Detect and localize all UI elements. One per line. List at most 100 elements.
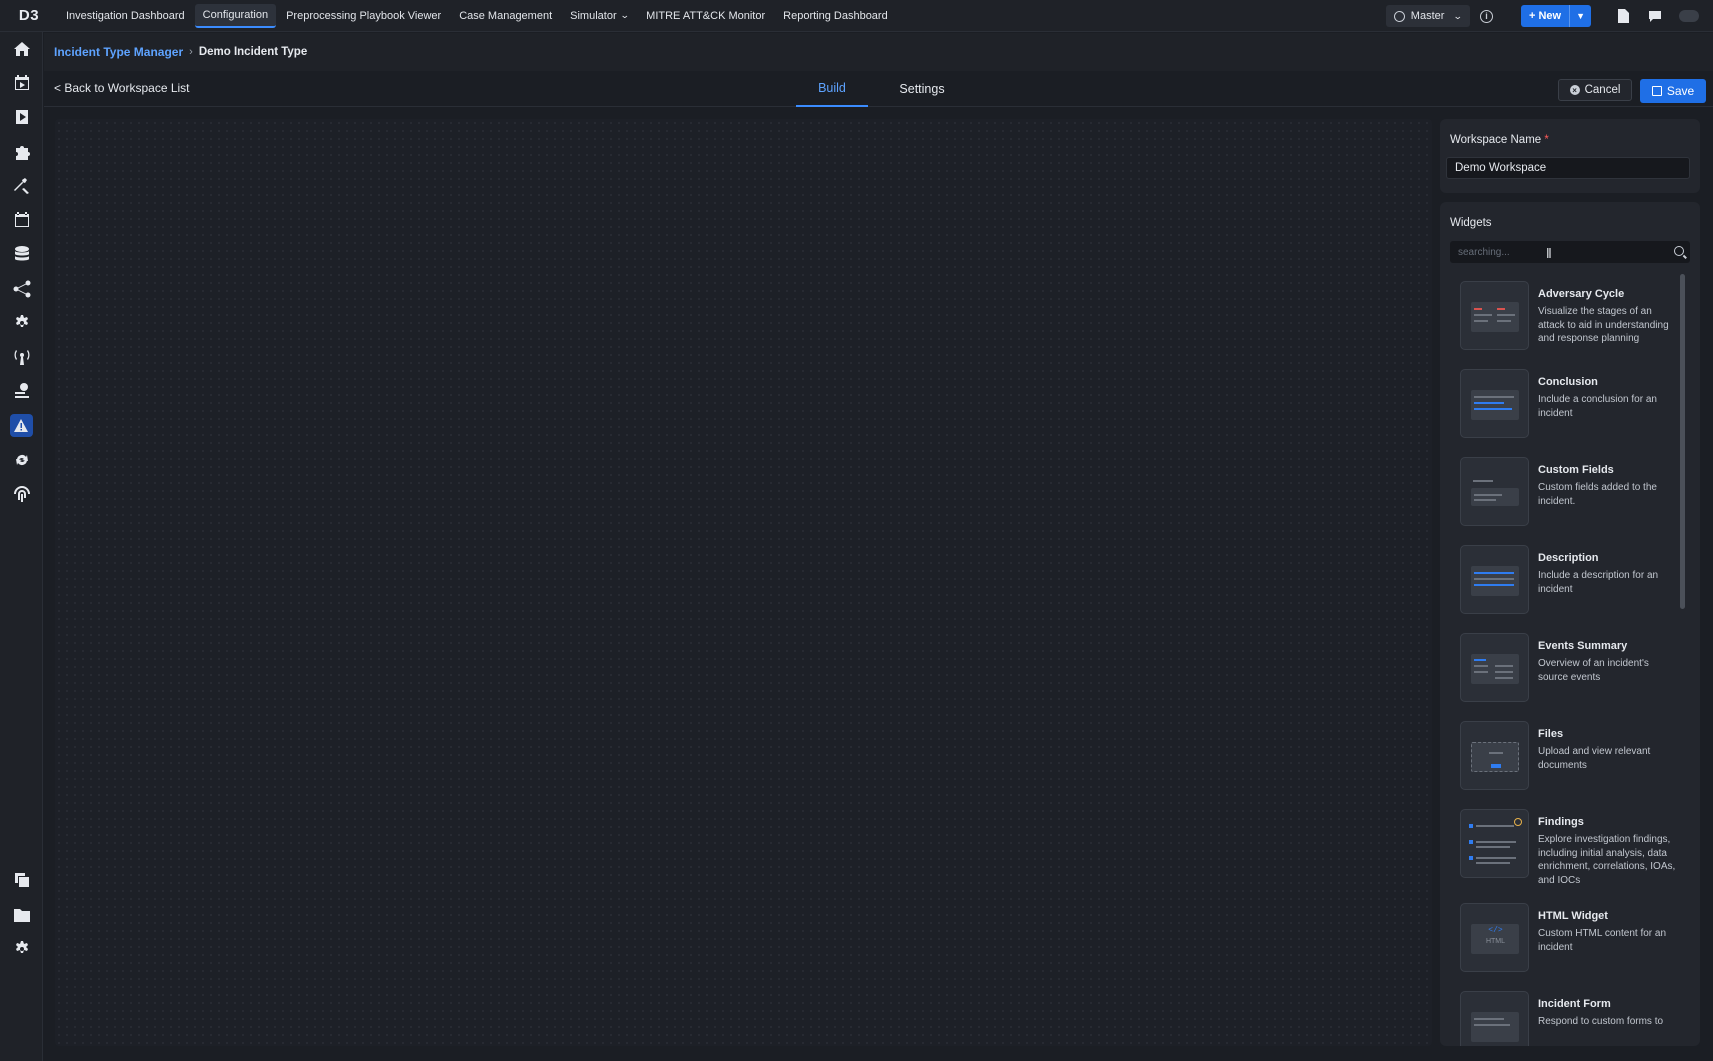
gear-cog-icon[interactable] (10, 311, 33, 334)
breadcrumb-incident-type-manager[interactable]: Incident Type Manager (54, 45, 183, 59)
globe-icon (1393, 10, 1405, 22)
thumbnail-line (1469, 840, 1473, 844)
chat-icon[interactable] (1647, 8, 1663, 24)
widget-name: Files (1538, 728, 1564, 740)
antenna-icon[interactable] (10, 345, 33, 368)
widget-name: Custom Fields (1538, 464, 1614, 476)
thumbnail-line (1497, 314, 1515, 316)
chevron-down-icon: ⌄ (619, 10, 630, 20)
widget-description: Custom HTML content for an incident (1538, 928, 1667, 953)
back-to-workspace-list-link[interactable]: < Back to Workspace List (54, 81, 190, 95)
nav-case-management[interactable]: Case Management (451, 4, 560, 28)
calendar-play-icon[interactable] (10, 71, 33, 94)
thumbnail-line (1474, 494, 1502, 496)
nav-label: MITRE ATT&CK Monitor (646, 9, 766, 22)
thumbnail-line (1495, 671, 1513, 673)
nav-label: Case Management (459, 9, 553, 22)
incident-type-icon[interactable] (10, 414, 33, 437)
thumbnail-line (1495, 677, 1513, 679)
nav-label: Reporting Dashboard (783, 9, 888, 22)
info-icon[interactable]: i (1479, 9, 1493, 23)
cancel-button[interactable]: × Cancel (1558, 79, 1632, 101)
widget-search-input[interactable] (1450, 241, 1660, 263)
nav-configuration[interactable]: Configuration (194, 3, 277, 28)
document-icon[interactable] (1615, 8, 1631, 24)
new-button-label: + New (1521, 5, 1571, 27)
settings-icon[interactable] (10, 937, 33, 960)
thumbnail-frame (1471, 488, 1519, 506)
thumbnail-line (1474, 402, 1504, 404)
thumbnail-line (1497, 320, 1511, 322)
chevron-down-icon[interactable]: ▼ (1570, 11, 1591, 21)
puzzle-icon[interactable] (10, 140, 33, 163)
top-nav: D3 Investigation Dashboard Configuration… (0, 0, 1713, 32)
home-icon[interactable] (10, 37, 33, 60)
widgets-scrollbar[interactable] (1680, 274, 1685, 609)
required-mark: * (1544, 134, 1549, 146)
thumbnail-line (1474, 308, 1482, 310)
fingerprint-icon[interactable] (10, 482, 33, 505)
playbook-icon[interactable] (10, 105, 33, 128)
search-icon[interactable] (1674, 246, 1684, 256)
tab-label: Build (818, 81, 846, 95)
widget-description: Include a conclusion for an incident (1538, 394, 1657, 419)
text-cursor-icon: ‖ (1546, 245, 1552, 261)
thumbnail-line (1474, 659, 1486, 661)
thumbnail-line (1474, 320, 1488, 322)
calendar-icon[interactable] (10, 208, 33, 231)
workspace-name-input[interactable]: Demo Workspace (1446, 157, 1690, 179)
workspace-name-label: Workspace Name * (1450, 134, 1549, 146)
integration-icon[interactable] (10, 448, 33, 471)
findings-thumbnail (1460, 809, 1529, 878)
widgets-panel: Widgets Adversary Cycle Visualize the st… (1440, 202, 1700, 1046)
widget-description: Explore investigation findings, includin… (1538, 834, 1676, 886)
description-thumbnail (1460, 545, 1529, 614)
nav-label: Preprocessing Playbook Viewer (286, 9, 442, 22)
widget-name: HTML Widget (1538, 910, 1608, 922)
html-label-icon: HTML (1485, 938, 1506, 945)
folder-user-icon[interactable] (10, 903, 33, 926)
nav-reporting-dashboard[interactable]: Reporting Dashboard (775, 4, 896, 28)
copy-icon[interactable] (10, 868, 33, 891)
d3-logo[interactable]: D3 (0, 0, 58, 32)
environment-selector[interactable]: Master ⌄ (1385, 5, 1470, 27)
thumbnail-line (1474, 314, 1492, 316)
thumbnail-line (1473, 480, 1493, 482)
thumbnail-line (1474, 572, 1514, 574)
breadcrumb-current: Demo Incident Type (198, 46, 308, 58)
new-button[interactable]: + New ▼ (1520, 5, 1591, 27)
thumbnail-line (1469, 824, 1473, 828)
threat-intel-icon[interactable] (10, 379, 33, 402)
share-nodes-icon[interactable] (10, 277, 33, 300)
thumbnail-line (1474, 584, 1514, 586)
tab-settings[interactable]: Settings (886, 71, 958, 107)
cancel-label: Cancel (1584, 84, 1621, 96)
thumbnail-line (1474, 408, 1512, 410)
nav-preprocessing-playbook-viewer[interactable]: Preprocessing Playbook Viewer (278, 4, 449, 28)
tools-icon[interactable] (10, 174, 33, 197)
widget-description: Include a description for an incident (1538, 570, 1659, 595)
nav-label: Configuration (202, 8, 269, 21)
environment-label: Master (1410, 10, 1445, 22)
nav-simulator[interactable]: Simulator ⌄ (562, 4, 636, 28)
thumbnail-line (1474, 396, 1514, 398)
nav-investigation-dashboard[interactable]: Investigation Dashboard (58, 4, 193, 28)
thumbnail-line (1476, 857, 1516, 859)
save-button[interactable]: Save (1640, 79, 1706, 103)
nav-mitre-attack-monitor[interactable]: MITRE ATT&CK Monitor (638, 4, 773, 28)
thumbnail-frame (1471, 302, 1519, 332)
workspace-canvas[interactable] (55, 119, 1432, 1046)
database-icon[interactable] (10, 242, 33, 265)
save-icon (1651, 86, 1662, 96)
breadcrumb: Incident Type Manager › Demo Incident Ty… (44, 33, 1713, 71)
widget-name: Conclusion (1538, 376, 1598, 388)
thumbnail-line (1495, 665, 1513, 667)
incident-form-thumbnail (1460, 991, 1529, 1046)
thumbnail-line (1474, 1024, 1510, 1026)
widget-name: Adversary Cycle (1538, 288, 1625, 300)
tab-build[interactable]: Build (796, 71, 868, 107)
avatar[interactable] (1679, 10, 1699, 22)
adversary-cycle-thumbnail (1460, 281, 1529, 350)
thumbnail-line (1491, 764, 1501, 768)
left-sidebar (0, 32, 43, 1061)
